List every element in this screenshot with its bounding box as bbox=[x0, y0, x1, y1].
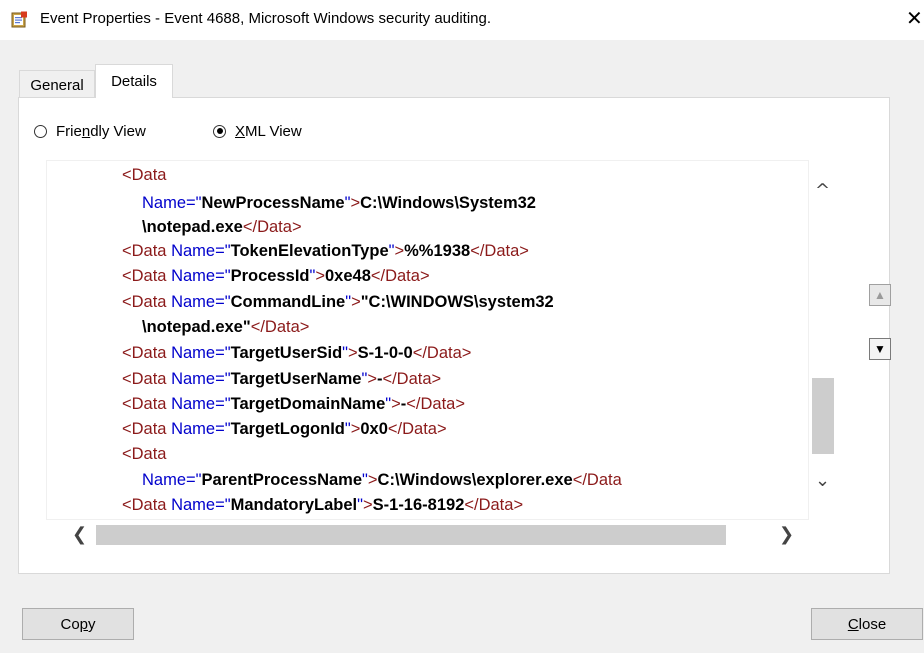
friendly-view-label: Friendly View bbox=[56, 122, 146, 140]
previous-event-button[interactable]: ▲ bbox=[869, 284, 891, 306]
xml-line: <Data Name="TargetLogonId">0x0</Data> bbox=[122, 420, 447, 438]
next-event-button[interactable]: ▼ bbox=[869, 338, 891, 360]
copy-button[interactable]: Co p y bbox=[22, 608, 134, 640]
vertical-scrollbar[interactable]: ^ ⌄ bbox=[811, 160, 835, 520]
xml-line: <Data bbox=[122, 445, 167, 463]
scroll-left-icon[interactable]: ❮ bbox=[72, 524, 87, 545]
horizontal-scroll-thumb[interactable] bbox=[96, 525, 726, 545]
tab-general[interactable]: General bbox=[19, 70, 95, 98]
xml-view-label: XML View bbox=[235, 122, 302, 140]
tab-details[interactable]: Details bbox=[95, 64, 173, 98]
xml-line: <Data Name="MandatoryLabel">S-1-16-8192<… bbox=[122, 496, 524, 514]
xml-line: Name="NewProcessName">C:\Windows\System3… bbox=[142, 194, 536, 212]
xml-line: <Data Name="TokenElevationType">%%1938</… bbox=[122, 242, 529, 260]
vertical-scroll-thumb[interactable] bbox=[812, 378, 834, 454]
xml-line: <Data Name="TargetUserName">-</Data> bbox=[122, 370, 442, 388]
xml-line: <Data Name="ProcessId">0xe48</Data> bbox=[122, 267, 430, 285]
title-bar: Event Properties - Event 4688, Microsoft… bbox=[0, 0, 924, 40]
close-button[interactable]: Close bbox=[811, 608, 923, 640]
xml-content[interactable]: <Data Name="NewProcessName">C:\Windows\S… bbox=[46, 160, 809, 520]
xml-line: <Data bbox=[122, 166, 167, 184]
window-title: Event Properties - Event 4688, Microsoft… bbox=[40, 10, 492, 27]
arrow-down-icon: ▼ bbox=[874, 342, 886, 356]
xml-line: \notepad.exe"</Data> bbox=[142, 318, 310, 336]
arrow-up-icon: ▲ bbox=[874, 288, 886, 302]
xml-line: <Data Name="TargetDomainName">-</Data> bbox=[122, 395, 465, 413]
radio-checked-icon[interactable] bbox=[213, 124, 226, 138]
xml-line: \notepad.exe</Data> bbox=[142, 218, 302, 236]
xml-line: <Data Name="TargetUserSid">S-1-0-0</Data… bbox=[122, 344, 472, 362]
scroll-up-icon[interactable]: ^ bbox=[815, 180, 830, 201]
scroll-down-icon[interactable]: ⌄ bbox=[815, 470, 830, 491]
xml-line: <Data Name="CommandLine">"C:\WINDOWS\sys… bbox=[122, 293, 554, 311]
xml-line: Name="ParentProcessName">C:\Windows\expl… bbox=[142, 471, 622, 489]
close-window-icon[interactable]: ✕ bbox=[906, 6, 923, 30]
friendly-view-radio[interactable]: Friendly View bbox=[34, 120, 146, 142]
event-viewer-icon bbox=[11, 11, 27, 28]
xml-view-radio[interactable]: XML View bbox=[213, 120, 302, 142]
scroll-right-icon[interactable]: ❯ bbox=[779, 524, 794, 545]
radio-unchecked-icon[interactable] bbox=[34, 124, 47, 138]
horizontal-scrollbar[interactable]: ❮ ❯ bbox=[46, 524, 835, 546]
